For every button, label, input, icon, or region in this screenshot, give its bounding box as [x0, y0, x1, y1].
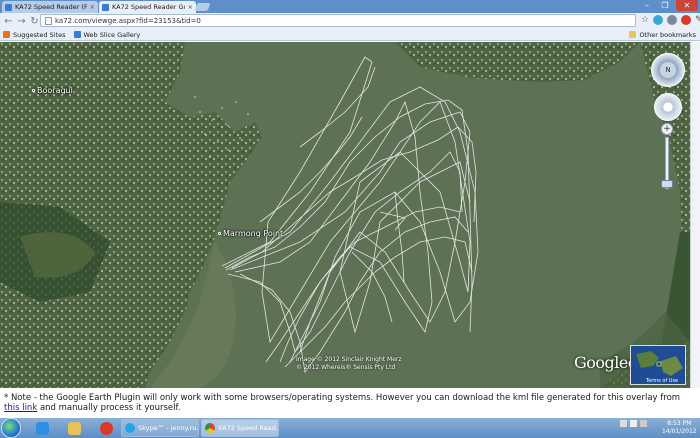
- bookmark-web-slice-gallery[interactable]: Web Slice Gallery: [73, 30, 141, 39]
- address-bar[interactable]: ka72.com/viewge.aspx?fid=23153&tid=0: [40, 14, 636, 27]
- place-label-text: Marmong Point: [223, 229, 284, 238]
- clock-time: 8:53 PM: [667, 420, 692, 427]
- plus-icon: +: [663, 124, 671, 134]
- compass-look-control[interactable]: N: [651, 53, 685, 87]
- place-label-text: Booragul: [37, 86, 73, 95]
- satellite-imagery: [0, 42, 690, 388]
- minimize-button[interactable]: –: [638, 0, 656, 11]
- note-text-end: and manually process it yourself.: [37, 403, 181, 413]
- clock-date: 14/01/2012: [662, 428, 697, 435]
- taskbar-explorer[interactable]: [62, 420, 86, 436]
- extension-icon[interactable]: [667, 15, 678, 25]
- page-favicon-icon: [5, 3, 12, 11]
- navigation-controls: N +: [651, 53, 685, 189]
- back-button[interactable]: ←: [2, 15, 15, 28]
- bookmark-suggested-sites[interactable]: Suggested Sites: [3, 31, 66, 39]
- folder-icon: [67, 421, 81, 435]
- note-text: * Note - the Google Earth Plugin will on…: [4, 393, 681, 403]
- kml-download-link[interactable]: this link: [4, 403, 37, 413]
- plugin-note: * Note - the Google Earth Plugin will on…: [4, 393, 694, 413]
- bookmark-label: Other bookmarks: [639, 30, 696, 39]
- overview-globe[interactable]: Terms of Use: [630, 345, 686, 385]
- page-icon: [45, 16, 52, 25]
- map-data-copyright: © 2012 Whereis® Sensis Pty Ltd: [296, 364, 396, 371]
- taskbar-skype[interactable]: Skype™ - jenny.ru...: [121, 419, 199, 437]
- close-icon[interactable]: ×: [90, 3, 95, 11]
- bookmarks-bar: Suggested Sites Web Slice Gallery Other …: [0, 29, 700, 41]
- system-clock[interactable]: 8:53 PM 14/01/2012: [662, 420, 697, 436]
- taskbar-button-label: KA72 Speed Read...: [218, 424, 279, 432]
- window-close-button[interactable]: ✕: [676, 0, 698, 11]
- extension-icon[interactable]: [681, 15, 692, 25]
- url-text: ka72.com/viewge.aspx?fid=23153&tid=0: [55, 16, 201, 25]
- logo-word-google: Google: [574, 353, 628, 372]
- compass-north-icon: N: [665, 66, 671, 74]
- skype-icon: [125, 423, 135, 433]
- taskbar-ie[interactable]: [30, 420, 54, 436]
- arrow-left-icon: ←: [4, 15, 13, 27]
- wrench-icon[interactable]: ✎: [695, 15, 700, 25]
- pan-control[interactable]: [654, 93, 682, 121]
- place-marker-icon: [218, 232, 221, 235]
- maximize-button[interactable]: ❐: [656, 0, 674, 11]
- forward-button[interactable]: →: [15, 15, 28, 28]
- folder-icon: [629, 31, 637, 38]
- page-scrollbar[interactable]: [690, 42, 700, 388]
- tab-strip: KA72 Speed Reader (Free) × KA72 Speed Re…: [0, 0, 700, 13]
- star-icon[interactable]: ☆: [641, 15, 649, 25]
- arrow-right-icon: →: [17, 15, 26, 27]
- app-icon: [99, 421, 113, 435]
- terms-of-use-link[interactable]: Terms of Use: [646, 378, 678, 384]
- tab-title: KA72 Speed Reader Google: [112, 3, 185, 11]
- windows-taskbar: Skype™ - jenny.ru... KA72 Speed Read... …: [0, 418, 700, 438]
- taskbar-button-label: Skype™ - jenny.ru...: [138, 424, 199, 432]
- system-tray: [620, 420, 647, 427]
- place-marker-icon: [32, 89, 35, 92]
- close-icon[interactable]: ×: [188, 3, 193, 11]
- tab-ka72-free[interactable]: KA72 Speed Reader (Free) ×: [2, 1, 98, 13]
- google-earth-view[interactable]: Booragul Marmong Point Image © 2012 Sinc…: [0, 42, 690, 388]
- tab-title: KA72 Speed Reader (Free): [15, 3, 87, 11]
- chrome-icon: [205, 423, 215, 433]
- zoom-in-button[interactable]: +: [661, 123, 673, 135]
- ie-favorites-icon: [73, 31, 81, 38]
- taskbar-app[interactable]: [94, 420, 118, 436]
- network-icon[interactable]: [630, 420, 637, 427]
- imagery-copyright: Image © 2012 Sinclair Knight Merz: [296, 356, 402, 363]
- skype-icon[interactable]: [653, 15, 664, 25]
- other-bookmarks[interactable]: Other bookmarks: [629, 31, 696, 39]
- ie-favorites-icon: [3, 31, 10, 38]
- browser-toolbar: ← → ↻ ka72.com/viewge.aspx?fid=23153&tid…: [0, 13, 700, 29]
- page-favicon-icon: [102, 3, 109, 11]
- volume-icon[interactable]: [640, 420, 647, 427]
- taskbar-chrome[interactable]: KA72 Speed Read...: [201, 419, 279, 437]
- zoom-slider-handle[interactable]: [661, 180, 673, 188]
- bookmark-label: Suggested Sites: [13, 30, 66, 39]
- start-button[interactable]: [1, 418, 21, 438]
- internet-explorer-icon: [35, 421, 49, 435]
- new-tab-button[interactable]: [194, 3, 211, 11]
- place-label-marmong-point: Marmong Point: [218, 229, 283, 238]
- place-label-booragul: Booragul: [32, 86, 73, 95]
- flag-icon[interactable]: [620, 420, 627, 427]
- toolbar-extensions: ☆ ✎: [641, 15, 700, 25]
- bookmark-label: Web Slice Gallery: [83, 30, 141, 39]
- reload-icon: ↻: [30, 15, 39, 27]
- tab-ka72-google[interactable]: KA72 Speed Reader Google ×: [99, 1, 196, 13]
